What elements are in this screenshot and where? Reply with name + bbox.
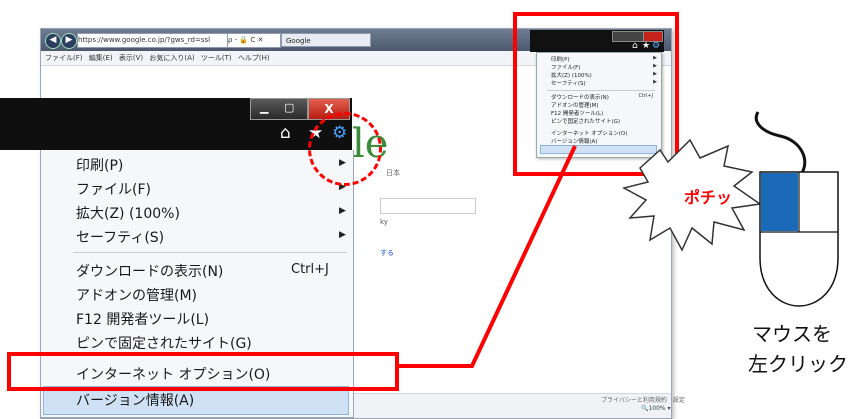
caption-line-2: 左クリック [748, 352, 848, 376]
mouse-cable [754, 111, 807, 177]
annotation-graphics [399, 111, 839, 368]
click-sound-text: ポチッ [684, 188, 733, 207]
connector-line [399, 145, 577, 368]
mouse-left-button [761, 173, 798, 231]
caption-line-1: マウスを [752, 322, 832, 346]
